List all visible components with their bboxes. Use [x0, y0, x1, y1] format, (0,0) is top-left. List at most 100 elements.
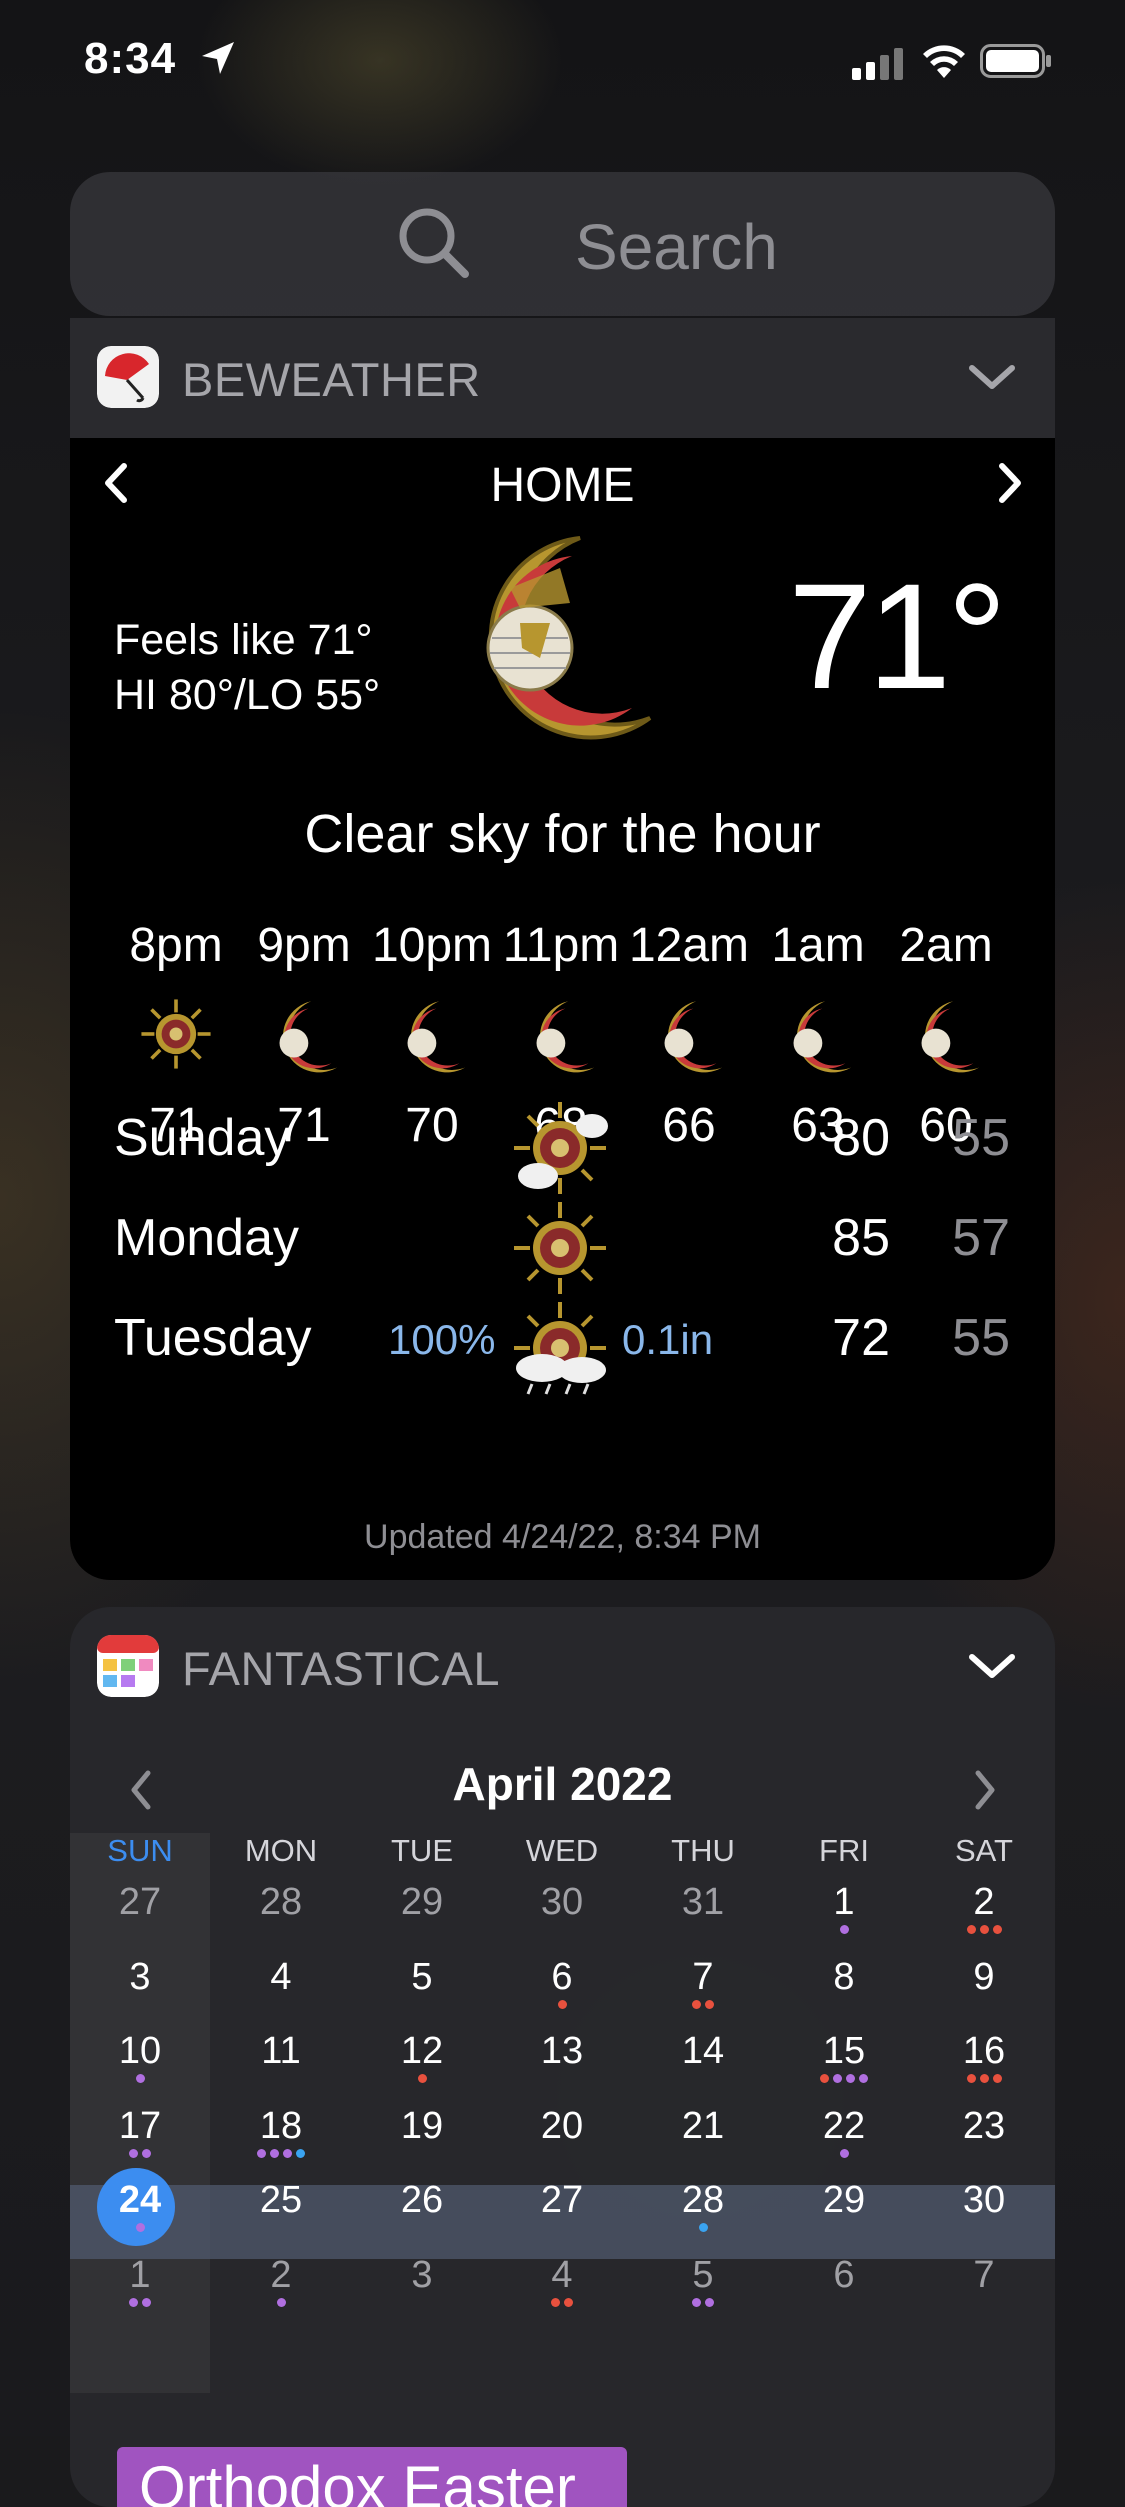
day-high: 80: [832, 1109, 890, 1167]
calendar-day[interactable]: 4: [211, 1946, 351, 2020]
day-number: 24: [118, 2179, 162, 2221]
hour-time: 12am: [628, 919, 750, 972]
search-field[interactable]: Search: [70, 172, 1055, 316]
day-number: 3: [411, 2253, 433, 2296]
hour-time: 1am: [771, 919, 865, 972]
calendar-day[interactable]: 29: [774, 2169, 914, 2243]
day-low: 55: [952, 1109, 1010, 1167]
day-number: 6: [551, 1955, 573, 1998]
calendar-day[interactable]: 14: [633, 2020, 773, 2094]
next-month-icon[interactable]: [970, 1767, 1000, 1813]
calendar-day[interactable]: 2: [211, 2244, 351, 2318]
day-number: 5: [692, 2253, 714, 2296]
calendar-day[interactable]: 6: [774, 2244, 914, 2318]
calendar-day[interactable]: 2: [914, 1871, 1054, 1945]
calendar-day[interactable]: 30: [492, 1871, 632, 1945]
beweather-header[interactable]: BEWEATHER: [70, 318, 1055, 438]
sun-cloud-icon: [514, 1102, 608, 1194]
event-dots: [70, 2148, 210, 2158]
calendar-day[interactable]: 23: [914, 2095, 1054, 2169]
calendar-day[interactable]: 5: [352, 1946, 492, 2020]
hour-summary: Clear sky for the hour: [304, 804, 821, 864]
day-low: 55: [952, 1309, 1010, 1367]
calendar-day[interactable]: 29: [352, 1871, 492, 1945]
calendar-day[interactable]: 15: [774, 2020, 914, 2094]
precip-amount: 0.1in: [622, 1316, 714, 1363]
event-dots: [211, 2148, 351, 2158]
day-number: 26: [400, 2179, 444, 2221]
moon-icon: [279, 1001, 338, 1073]
status-bar: 8:34: [0, 0, 1125, 120]
calendar-day[interactable]: 27: [492, 2169, 632, 2243]
calendar-day[interactable]: 3: [352, 2244, 492, 2318]
day-number: 14: [681, 2030, 725, 2072]
next-location-icon[interactable]: [990, 458, 1030, 508]
event-dots: [774, 2074, 914, 2083]
weekday-header: WED: [525, 1833, 599, 1868]
calendar-day[interactable]: 7: [633, 1946, 773, 2020]
calendar-day[interactable]: 31: [633, 1871, 773, 1945]
day-number: 1: [833, 1881, 855, 1923]
chevron-down-icon[interactable]: [967, 360, 1017, 394]
calendar-day[interactable]: 8: [774, 1946, 914, 2020]
weather-panel: HOME Feels like 71° HI 80°/LO 55° 71° Cl…: [70, 438, 1055, 1580]
fantastical-header[interactable]: FANTASTICAL: [70, 1607, 1055, 1727]
fantastical-widget[interactable]: FANTASTICAL April 2022 SUN MON TUE WED THU FR…: [70, 1607, 1055, 2507]
calendar-day[interactable]: 12: [352, 2020, 492, 2094]
daily-row-monday: Monday 85 57: [70, 1198, 1055, 1294]
weekday-header: SAT: [955, 1833, 1013, 1868]
day-number: 27: [118, 1881, 162, 1923]
weekday-header: SUN: [107, 1833, 173, 1868]
calendar-day[interactable]: 6: [492, 1946, 632, 2020]
weekday-header: TUE: [391, 1833, 453, 1868]
calendar-day[interactable]: 26: [352, 2169, 492, 2243]
calendar-day[interactable]: 11: [211, 2020, 351, 2094]
calendar-day[interactable]: 25: [211, 2169, 351, 2243]
battery-icon: [980, 44, 1051, 78]
hour-time: 9pm: [257, 919, 351, 972]
beweather-app-icon: [97, 346, 159, 408]
moon-icon: [486, 536, 652, 740]
event-chip[interactable]: Orthodox Easter: [117, 2447, 627, 2507]
calendar-day[interactable]: 19: [352, 2095, 492, 2169]
day-high: 85: [832, 1209, 890, 1267]
moon-icon: [921, 1001, 980, 1073]
event-dots: [633, 1999, 773, 2009]
calendar-day[interactable]: 17: [70, 2095, 210, 2169]
day-number: 8: [833, 1955, 855, 1998]
moon-icon: [664, 1001, 723, 1073]
day-number: 2: [973, 1881, 995, 1923]
calendar-day[interactable]: 28: [633, 2169, 773, 2243]
calendar-day[interactable]: 4: [492, 2244, 632, 2318]
calendar-day[interactable]: 27: [70, 1871, 210, 1945]
feels-like-block: Feels like 71° HI 80°/LO 55°: [114, 613, 380, 723]
calendar-day[interactable]: 9: [914, 1946, 1054, 2020]
calendar-day[interactable]: 16: [914, 2020, 1054, 2094]
wifi-icon: [923, 45, 965, 78]
day-number: 20: [540, 2104, 584, 2147]
calendar-day[interactable]: 28: [211, 1871, 351, 1945]
calendar-day[interactable]: 13: [492, 2020, 632, 2094]
day-number: 17: [118, 2104, 162, 2147]
calendar-day[interactable]: 18: [211, 2095, 351, 2169]
chevron-down-icon[interactable]: [967, 1649, 1017, 1683]
calendar-day[interactable]: 22: [774, 2095, 914, 2169]
day-number: 3: [129, 1955, 151, 1998]
event-dots: [352, 2074, 492, 2083]
calendar-day[interactable]: 7: [914, 2244, 1054, 2318]
beweather-widget[interactable]: BEWEATHER HOME Feels like 71° HI 80°/LO …: [70, 318, 1055, 1580]
day-number: 4: [270, 1955, 292, 1998]
calendar-day[interactable]: 20: [492, 2095, 632, 2169]
sun-icon: [141, 999, 211, 1069]
moon-icon: [407, 1001, 466, 1073]
updated-timestamp: Updated 4/24/22, 8:34 PM: [364, 1518, 761, 1556]
calendar-day[interactable]: 24: [70, 2168, 210, 2246]
calendar-day[interactable]: 1: [70, 2244, 210, 2318]
calendar-day[interactable]: 3: [70, 1946, 210, 2020]
calendar-day[interactable]: 21: [633, 2095, 773, 2169]
calendar-day[interactable]: 5: [633, 2244, 773, 2318]
calendar-day[interactable]: 1: [774, 1871, 914, 1945]
day-number: 28: [259, 1881, 303, 1923]
calendar-day[interactable]: 10: [70, 2020, 210, 2094]
calendar-day[interactable]: 30: [914, 2169, 1054, 2243]
